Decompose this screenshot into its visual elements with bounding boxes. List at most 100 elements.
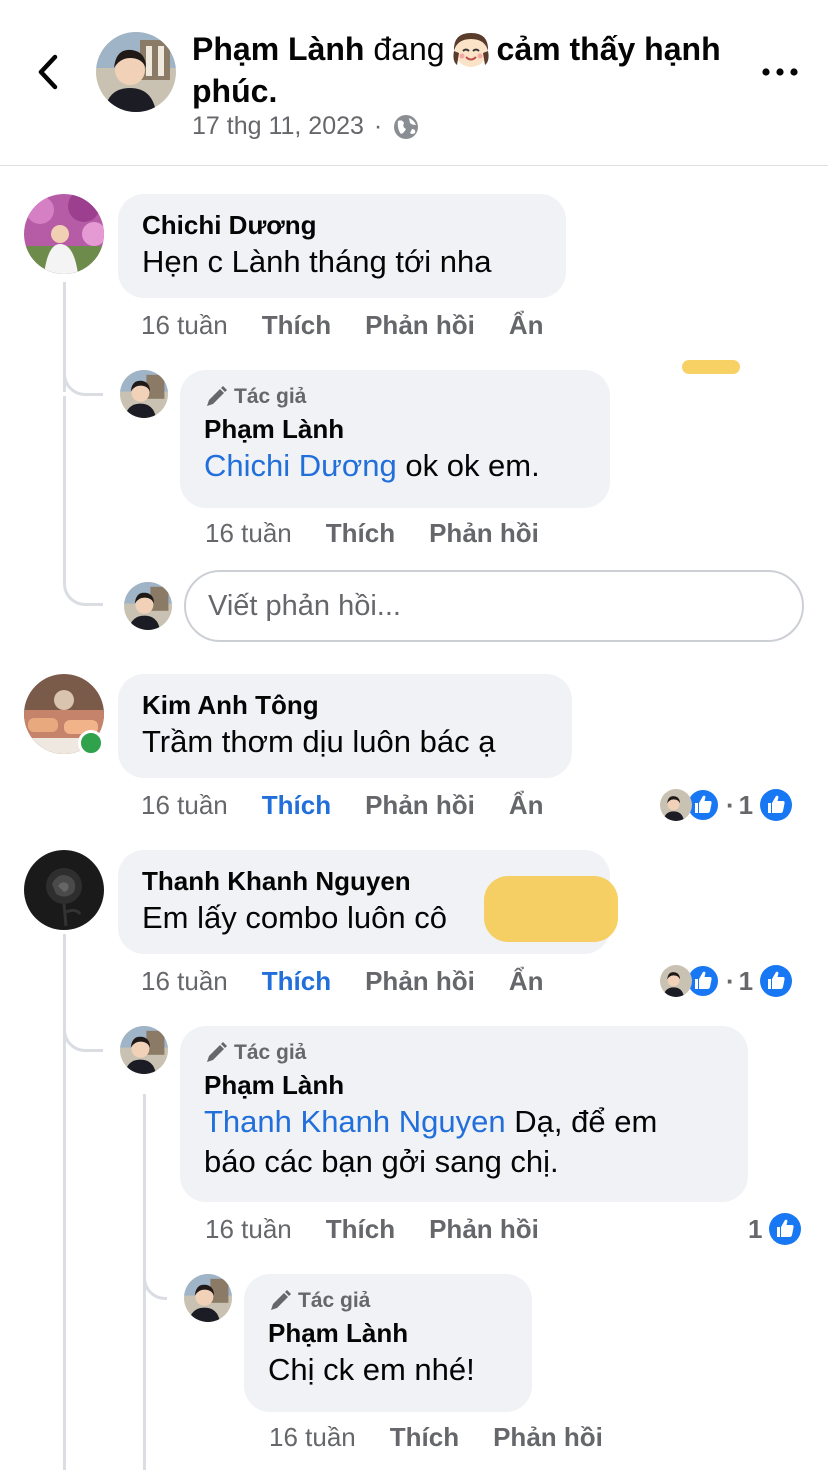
reply-button[interactable]: Phản hồi	[493, 1422, 603, 1453]
post-meta: 17 thg 11, 2023 ·	[192, 112, 420, 141]
online-status-indicator	[78, 730, 104, 756]
more-dots-icon	[762, 68, 798, 76]
post-author-name[interactable]: Phạm Lành	[192, 31, 364, 67]
more-options-button[interactable]	[758, 52, 802, 92]
globe-icon	[394, 114, 419, 139]
post-date[interactable]: 17 thg 11, 2023	[192, 112, 364, 141]
author-badge: Tác giả	[268, 1288, 508, 1314]
thumbs-up-icon	[760, 789, 793, 821]
redaction-smudge	[484, 876, 618, 942]
reply-author[interactable]: Phạm Lành	[204, 1068, 724, 1102]
thread-connector	[143, 1264, 167, 1300]
reply-avatar[interactable]	[184, 1274, 232, 1322]
comment-author[interactable]: Kim Anh Tông	[142, 688, 548, 722]
commenter-avatar[interactable]	[24, 850, 104, 930]
reply-author[interactable]: Phạm Lành	[204, 412, 586, 446]
comment-actions: 16 tuần Thích Phản hồi Ẩn	[141, 788, 544, 822]
thumbs-up-icon	[769, 1213, 802, 1245]
reply-time[interactable]: 16 tuần	[205, 1214, 292, 1245]
reply-input[interactable]: Viết phản hồi...	[184, 570, 804, 642]
reaction-summary[interactable]: · 1	[660, 788, 793, 822]
reply-avatar[interactable]	[120, 370, 168, 418]
back-button[interactable]	[28, 48, 68, 96]
pen-icon	[207, 386, 227, 406]
reply-time[interactable]: 16 tuần	[205, 518, 292, 549]
pen-icon	[271, 1290, 291, 1310]
reaction-count: 1	[738, 789, 754, 820]
reply-text: Thanh Khanh Nguyen Dạ, để em báo các bạn …	[204, 1102, 724, 1182]
reply-button[interactable]: Phản hồi	[429, 518, 539, 549]
reaction-separator: ·	[726, 789, 735, 820]
hide-button[interactable]: Ẩn	[509, 966, 544, 997]
hide-button[interactable]: Ẩn	[509, 310, 544, 341]
reaction-summary[interactable]: · 1	[660, 964, 793, 998]
like-button[interactable]: Thích	[262, 790, 331, 821]
comment-actions: 16 tuần Thích Phản hồi Ẩn	[141, 308, 544, 342]
reply-text: Chichi Dương ok ok em.	[204, 446, 586, 486]
current-user-avatar	[124, 582, 172, 630]
comment-time[interactable]: 16 tuần	[141, 310, 228, 341]
reply-time[interactable]: 16 tuần	[269, 1422, 356, 1453]
reply-text-body: ok ok em.	[405, 448, 540, 483]
thread-connector	[63, 1016, 103, 1052]
thread-line	[63, 396, 66, 576]
comment-text: Hẹn c Lành tháng tới nha	[142, 244, 492, 279]
reaction-count: 1	[738, 965, 754, 996]
comment-author[interactable]: Chichi Dương	[142, 208, 542, 242]
comment-bubble[interactable]: Chichi Dương Hẹn c Lành tháng tới nha	[118, 194, 566, 298]
reply-avatar[interactable]	[120, 1026, 168, 1074]
reply-text-body-line2: báo các bạn gởi sang chị.	[204, 1144, 559, 1179]
like-button[interactable]: Thích	[262, 310, 331, 341]
reactor-avatar	[660, 789, 692, 821]
comment-text: Trầm thơm dịu luôn bác ạ	[142, 724, 496, 759]
meta-separator: ·	[373, 112, 383, 140]
chevron-left-icon	[38, 54, 58, 90]
mention-link[interactable]: Thanh Khanh Nguyen	[204, 1104, 506, 1139]
author-avatar[interactable]	[96, 32, 176, 112]
reaction-summary[interactable]: 1	[748, 1212, 802, 1246]
comment-time[interactable]: 16 tuần	[141, 790, 228, 821]
reactor-avatar	[660, 965, 692, 997]
like-button[interactable]: Thích	[326, 1214, 395, 1245]
reply-button[interactable]: Phản hồi	[365, 966, 475, 997]
like-button[interactable]: Thích	[390, 1422, 459, 1453]
reply-actions: 16 tuần Thích Phản hồi	[205, 516, 539, 550]
comment-bubble[interactable]: Kim Anh Tông Trầm thơm dịu luôn bác ạ	[118, 674, 572, 778]
author-badge-label: Tác giả	[234, 1041, 307, 1064]
author-badge-label: Tác giả	[234, 385, 307, 408]
reply-bubble[interactable]: Tác giả Phạm Lành Thanh Khanh Nguyen Dạ,…	[180, 1026, 748, 1202]
reply-author[interactable]: Phạm Lành	[268, 1316, 508, 1350]
commenter-avatar[interactable]	[24, 194, 104, 274]
feeling-prefix: đang	[373, 31, 445, 67]
comment-actions: 16 tuần Thích Phản hồi Ẩn	[141, 964, 544, 998]
reaction-separator: ·	[726, 965, 735, 996]
like-button[interactable]: Thích	[262, 966, 331, 997]
pen-icon	[207, 1042, 227, 1062]
thumbs-up-icon	[760, 965, 793, 997]
thread-line	[63, 934, 66, 1470]
reply-actions: 16 tuần Thích Phản hồi	[269, 1420, 603, 1454]
author-badge-label: Tác giả	[298, 1289, 371, 1312]
post-header: Phạm Lành đang cảm thấy hạnh phúc. 17 th…	[0, 0, 828, 166]
author-badge: Tác giả	[204, 384, 586, 410]
author-badge: Tác giả	[204, 1040, 724, 1066]
like-button[interactable]: Thích	[326, 518, 395, 549]
comment-time[interactable]: 16 tuần	[141, 966, 228, 997]
reply-bubble[interactable]: Tác giả Phạm Lành Chichi Dương ok ok em.	[180, 370, 610, 508]
redaction-smudge	[682, 360, 740, 374]
post-title: Phạm Lành đang cảm thấy hạnh phúc.	[192, 28, 732, 112]
reaction-count: 1	[748, 1213, 763, 1244]
happy-face-icon	[449, 29, 493, 69]
reply-button[interactable]: Phản hồi	[429, 1214, 539, 1245]
reply-bubble[interactable]: Tác giả Phạm Lành Chị ck em nhé!	[244, 1274, 532, 1412]
thread-connector	[63, 360, 103, 396]
thread-connector	[63, 570, 103, 606]
reply-button[interactable]: Phản hồi	[365, 310, 475, 341]
reply-button[interactable]: Phản hồi	[365, 790, 475, 821]
mention-link[interactable]: Chichi Dương	[204, 448, 397, 483]
reply-text-body: Dạ, để em	[514, 1104, 658, 1139]
reply-input-placeholder: Viết phản hồi...	[208, 589, 401, 622]
reply-text: Chị ck em nhé!	[268, 1352, 475, 1387]
hide-button[interactable]: Ẩn	[509, 790, 544, 821]
reply-actions: 16 tuần Thích Phản hồi	[205, 1212, 539, 1246]
